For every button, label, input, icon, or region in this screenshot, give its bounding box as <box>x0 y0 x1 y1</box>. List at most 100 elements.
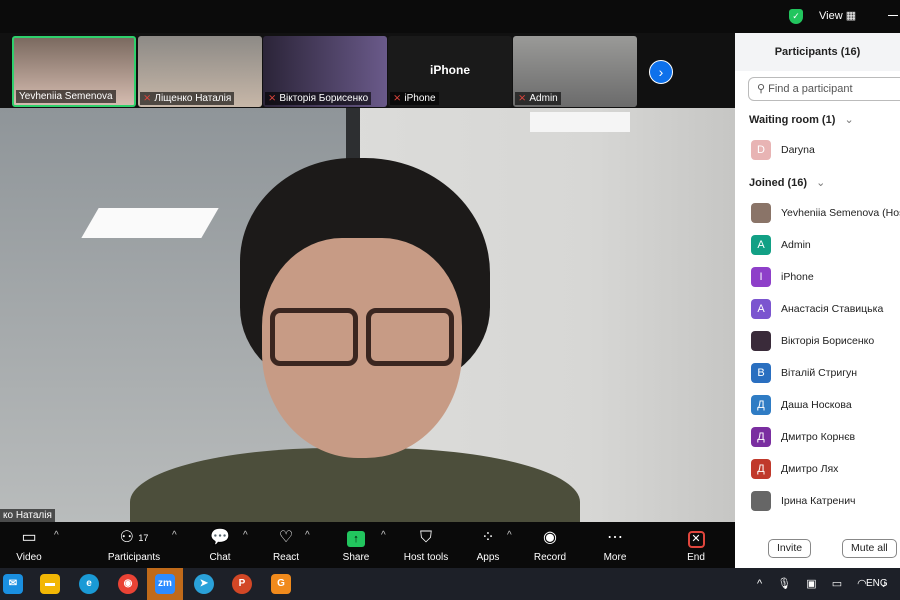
mic-muted-icon: ⨯ <box>393 93 402 104</box>
mic-muted-icon: ⨯ <box>518 93 527 104</box>
participant-row[interactable]: A Анастасія Ставицька <box>751 299 883 319</box>
participant-row[interactable]: D Daryna <box>751 140 815 160</box>
avatar: Д <box>751 459 771 479</box>
thumbnail[interactable]: ⨯ Вікторія Борисенко <box>263 36 387 107</box>
thumbnail[interactable]: iPhone ⨯ iPhone <box>388 36 512 107</box>
speaker-name: ко Наталія <box>0 509 55 522</box>
zoom-taskbar-active[interactable]: zm <box>147 568 183 600</box>
participant-name: iPhone <box>781 271 814 283</box>
heart-icon: ♡ <box>278 529 294 546</box>
participant-name: Admin <box>781 239 811 251</box>
main-video: ко Наталія <box>0 108 735 522</box>
react-label: React <box>272 552 300 563</box>
participant-name: Віталій Стригун <box>781 367 858 379</box>
thumbnail-name: Yevheniia Semenova <box>16 90 116 103</box>
telegram-icon[interactable]: ➤ <box>194 574 214 594</box>
avatar: В <box>751 363 771 383</box>
security-shield-icon[interactable]: ✓ <box>789 9 803 24</box>
participants-button[interactable]: ⚇ 17 Participants <box>99 528 169 563</box>
mute-all-button[interactable]: Mute all <box>842 539 897 558</box>
chat-label: Chat <box>209 552 231 563</box>
find-participant-input[interactable]: ⚲ Find a participant <box>748 77 900 101</box>
avatar: A <box>751 235 771 255</box>
avatar <box>751 203 771 223</box>
video-label: Video <box>16 552 42 563</box>
invite-button[interactable]: Invite <box>768 539 812 558</box>
react-button[interactable]: ♡ React <box>251 528 321 563</box>
waiting-room-label: Waiting room (1) <box>749 114 836 126</box>
participant-name: Дмитро Лях <box>781 463 839 475</box>
participant-row[interactable]: IiPhone <box>751 267 814 287</box>
thumbnail-name: Вікторія Борисенко <box>279 93 369 104</box>
participant-row[interactable]: A Admin <box>751 235 811 255</box>
participant-row[interactable]: Д Дмитро Корнєв <box>751 427 855 447</box>
avatar: Д <box>751 395 771 415</box>
avatar <box>751 491 771 511</box>
avatar: A <box>751 299 771 319</box>
more-button[interactable]: ⋯ More <box>580 528 650 563</box>
participant-row[interactable]: Yevheniia Semenova (Host <box>751 203 900 223</box>
participant-row[interactable]: Д Даша Носкова <box>751 395 852 415</box>
record-button[interactable]: ◉ Record <box>515 528 585 563</box>
participants-options-caret[interactable]: ^ <box>172 530 177 541</box>
participant-name: Вікторія Борисенко <box>781 335 875 347</box>
next-page-arrow-icon[interactable]: › <box>649 60 673 84</box>
participant-name: Daryna <box>781 144 815 156</box>
react-options-caret[interactable]: ^ <box>305 530 310 541</box>
minimize-button[interactable] <box>888 15 898 16</box>
view-button[interactable]: View ▦ <box>819 9 856 22</box>
apps-options-caret[interactable]: ^ <box>507 530 512 541</box>
chat-options-caret[interactable]: ^ <box>243 530 248 541</box>
search-placeholder: Find a participant <box>768 83 853 95</box>
participant-name: Ірина Катренич <box>781 495 856 507</box>
participant-row[interactable]: Вікторія Борисенко <box>751 331 874 351</box>
end-button[interactable]: ✕ End <box>661 528 731 563</box>
participant-row[interactable]: В Віталій Стригун <box>751 363 857 383</box>
record-icon: ◉ <box>543 529 557 546</box>
shield-icon: ⛉ <box>419 529 432 546</box>
waiting-room-header[interactable]: Waiting room (1) ⌄ <box>749 113 854 126</box>
powerpoint-icon[interactable]: P <box>232 574 252 594</box>
thumbnail[interactable]: ⨯ Ліщенко Наталія <box>138 36 262 107</box>
avatar <box>751 331 771 351</box>
view-label: View <box>819 10 843 22</box>
participant-row[interactable]: Д Дмитро Лях <box>751 459 838 479</box>
thumbnail-name: Ліщенко Наталія <box>154 93 232 104</box>
gallery-strip: Yevheniia Semenova ⨯ Ліщенко Наталія ⨯ Вік… <box>0 33 735 108</box>
thumbnail-label: ⨯ Admin <box>515 92 561 105</box>
apps-label: Apps <box>476 552 500 563</box>
thumbnail-name: iPhone <box>404 93 436 104</box>
participants-count: 17 <box>138 533 149 543</box>
avatar: I <box>751 267 771 287</box>
thumbnail[interactable]: ⨯ Admin <box>513 36 637 107</box>
thumbnail[interactable]: Yevheniia Semenova <box>12 36 136 107</box>
title-bar: ✓ View ▦ <box>0 0 900 33</box>
thumbnail-big-name: iPhone <box>429 63 470 77</box>
host-tools-button[interactable]: ⛉ Host tools <box>391 528 461 563</box>
avatar: D <box>751 140 771 160</box>
mail-app-icon[interactable]: ✉ <box>3 574 23 594</box>
joined-header[interactable]: Joined (16) ⌄ <box>749 176 825 189</box>
apps-button[interactable]: ⁘ Apps <box>453 528 523 563</box>
video-options-caret[interactable]: ^ <box>54 530 59 541</box>
chevron-down-icon: ⌄ <box>816 177 826 189</box>
end-icon: ✕ <box>661 528 731 548</box>
windows-taskbar: ✉ ▬ e ◉ zm ➤ P G ^ 🎙 ▣ ▭ ◠ ♪ ENG <box>0 568 900 600</box>
participants-label: Participants <box>107 552 161 563</box>
thumbnail-label: ⨯ Ліщенко Наталія <box>140 92 235 105</box>
participant-row[interactable]: Ірина Катренич <box>751 491 856 511</box>
share-options-caret[interactable]: ^ <box>381 530 386 541</box>
participants-icon: ⚇ 17 <box>119 529 149 546</box>
edge-browser-icon[interactable]: e <box>79 574 99 594</box>
language-indicator[interactable]: ENG <box>866 578 888 589</box>
thumbnail-name: Admin <box>529 93 558 104</box>
thumbnail-label: ⨯ Вікторія Борисенко <box>265 92 372 105</box>
zoom-app-icon: zm <box>155 574 175 594</box>
app-icon[interactable]: G <box>271 574 291 594</box>
chrome-icon[interactable]: ◉ <box>118 574 138 594</box>
participant-name: Даша Носкова <box>781 399 852 411</box>
end-label: End <box>687 552 705 563</box>
apps-icon: ⁘ <box>481 529 495 546</box>
joined-label: Joined (16) <box>749 177 808 189</box>
file-explorer-icon[interactable]: ▬ <box>40 574 60 594</box>
